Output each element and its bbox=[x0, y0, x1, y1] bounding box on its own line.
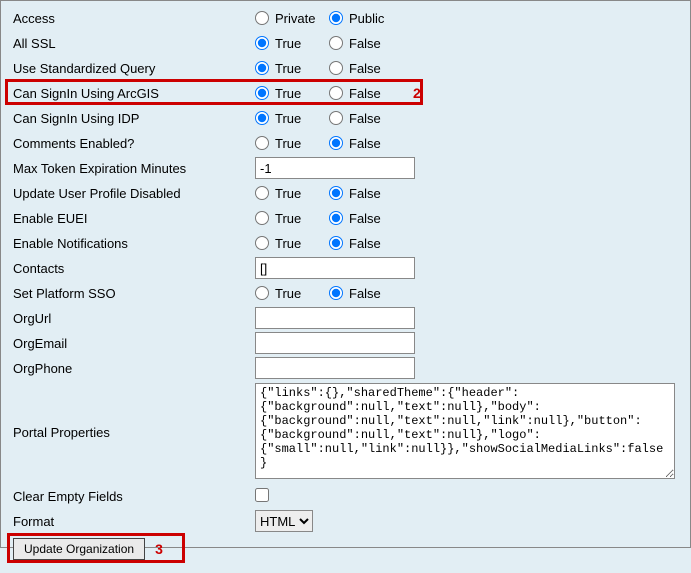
radio-notifications-false[interactable]: False bbox=[329, 236, 401, 251]
annotation-3: 3 bbox=[155, 541, 163, 557]
row-all-ssl: All SSL True False bbox=[13, 32, 678, 54]
update-organization-button[interactable]: Update Organization bbox=[13, 538, 145, 560]
label-access: Access bbox=[13, 11, 255, 26]
radio-update-profile-true[interactable]: True bbox=[255, 186, 327, 201]
radio-all-ssl-false[interactable]: False bbox=[329, 36, 401, 51]
radio-access-private[interactable]: Private bbox=[255, 11, 327, 26]
label-clear-empty: Clear Empty Fields bbox=[13, 489, 255, 504]
row-portal-properties: Portal Properties bbox=[13, 382, 678, 482]
label-max-token: Max Token Expiration Minutes bbox=[13, 161, 255, 176]
row-contacts: Contacts bbox=[13, 257, 678, 279]
radio-group-update-profile: True False bbox=[255, 186, 678, 201]
row-update-profile: Update User Profile Disabled True False bbox=[13, 182, 678, 204]
row-euei: Enable EUEI True False bbox=[13, 207, 678, 229]
radio-std-query-true[interactable]: True bbox=[255, 61, 327, 76]
organization-settings-form: Access Private Public All SSL True False… bbox=[1, 1, 690, 573]
label-euei: Enable EUEI bbox=[13, 211, 255, 226]
input-orgphone[interactable] bbox=[255, 357, 415, 379]
radio-signin-idp-false[interactable]: False bbox=[329, 111, 401, 126]
input-max-token[interactable] bbox=[255, 157, 415, 179]
radio-comments-true[interactable]: True bbox=[255, 136, 327, 151]
textarea-portal-properties[interactable] bbox=[255, 383, 675, 479]
row-std-query: Use Standardized Query True False bbox=[13, 57, 678, 79]
row-comments: Comments Enabled? True False bbox=[13, 132, 678, 154]
radio-update-profile-false[interactable]: False bbox=[329, 186, 401, 201]
input-orgemail[interactable] bbox=[255, 332, 415, 354]
row-platform-sso: Set Platform SSO True False bbox=[13, 282, 678, 304]
checkbox-clear-empty[interactable] bbox=[255, 488, 269, 502]
radio-group-platform-sso: True False bbox=[255, 286, 678, 301]
label-portal-properties: Portal Properties bbox=[13, 425, 255, 440]
row-submit: Update Organization 3 bbox=[13, 538, 678, 560]
row-clear-empty: Clear Empty Fields bbox=[13, 485, 678, 507]
input-orgurl[interactable] bbox=[255, 307, 415, 329]
input-contacts[interactable] bbox=[255, 257, 415, 279]
radio-group-access: Private Public bbox=[255, 11, 678, 26]
row-format: Format HTML bbox=[13, 510, 678, 532]
label-comments: Comments Enabled? bbox=[13, 136, 255, 151]
row-signin-idp: Can SignIn Using IDP True False bbox=[13, 107, 678, 129]
radio-access-public[interactable]: Public bbox=[329, 11, 401, 26]
radio-group-euei: True False bbox=[255, 211, 678, 226]
radio-platform-sso-true[interactable]: True bbox=[255, 286, 327, 301]
row-access: Access Private Public bbox=[13, 7, 678, 29]
radio-euei-false[interactable]: False bbox=[329, 211, 401, 226]
radio-group-std-query: True False bbox=[255, 61, 678, 76]
radio-signin-arcgis-false[interactable]: False bbox=[329, 85, 401, 101]
annotation-2: 2 bbox=[413, 85, 421, 101]
radio-group-comments: True False bbox=[255, 136, 678, 151]
label-signin-arcgis: Can SignIn Using ArcGIS bbox=[13, 86, 255, 101]
label-orgemail: OrgEmail bbox=[13, 336, 255, 351]
radio-platform-sso-false[interactable]: False bbox=[329, 286, 401, 301]
label-std-query: Use Standardized Query bbox=[13, 61, 255, 76]
radio-signin-idp-true[interactable]: True bbox=[255, 111, 327, 126]
label-contacts: Contacts bbox=[13, 261, 255, 276]
radio-all-ssl-true[interactable]: True bbox=[255, 36, 327, 51]
select-format[interactable]: HTML bbox=[255, 510, 313, 532]
radio-group-all-ssl: True False bbox=[255, 36, 678, 51]
label-all-ssl: All SSL bbox=[13, 36, 255, 51]
radio-euei-true[interactable]: True bbox=[255, 211, 327, 226]
label-platform-sso: Set Platform SSO bbox=[13, 286, 255, 301]
row-orgemail: OrgEmail bbox=[13, 332, 678, 354]
row-orgurl: OrgUrl bbox=[13, 307, 678, 329]
label-orgurl: OrgUrl bbox=[13, 311, 255, 326]
label-orgphone: OrgPhone bbox=[13, 361, 255, 376]
radio-signin-arcgis-true[interactable]: True bbox=[255, 85, 327, 101]
row-max-token: Max Token Expiration Minutes bbox=[13, 157, 678, 179]
radio-group-signin-idp: True False bbox=[255, 111, 678, 126]
row-orgphone: OrgPhone bbox=[13, 357, 678, 379]
label-update-profile: Update User Profile Disabled bbox=[13, 186, 255, 201]
row-notifications: Enable Notifications True False bbox=[13, 232, 678, 254]
radio-std-query-false[interactable]: False bbox=[329, 61, 401, 76]
radio-notifications-true[interactable]: True bbox=[255, 236, 327, 251]
radio-comments-false[interactable]: False bbox=[329, 136, 401, 151]
label-signin-idp: Can SignIn Using IDP bbox=[13, 111, 255, 126]
label-format: Format bbox=[13, 514, 255, 529]
radio-group-signin-arcgis: True False 2 bbox=[255, 85, 678, 101]
row-signin-arcgis: Can SignIn Using ArcGIS True False 2 bbox=[13, 82, 678, 104]
label-notifications: Enable Notifications bbox=[13, 236, 255, 251]
radio-group-notifications: True False bbox=[255, 236, 678, 251]
